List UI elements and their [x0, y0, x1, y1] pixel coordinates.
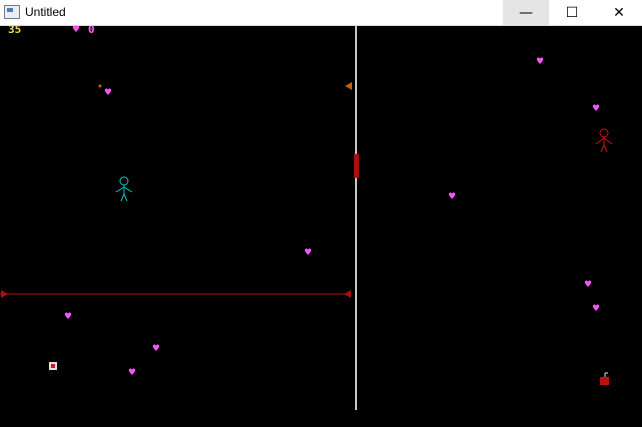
heart-icon: ♥ — [592, 104, 601, 114]
game-canvas[interactable]: 35 ♥ 0 ♥ ♥ ♥ ♥ ♥ ♥ ♥ ♥ ♥ ♥ — [0, 26, 642, 427]
maximize-button[interactable]: ☐ — [549, 0, 595, 25]
laser-right-arrow-icon — [344, 290, 351, 298]
title-bar: Untitled — ☐ ✕ — [0, 0, 642, 26]
heart-icon: ♥ — [64, 312, 73, 322]
minimize-button[interactable]: — — [503, 0, 549, 25]
laser-left-arrow-icon — [1, 290, 8, 298]
item-dot — [98, 84, 102, 88]
game-scene — [0, 26, 613, 410]
heart-icon: ♥ — [104, 88, 113, 98]
heart-icon: ♥ — [536, 57, 545, 67]
arrow-marker-icon — [345, 82, 352, 90]
heart-icon: ♥ — [448, 192, 457, 202]
close-button[interactable]: ✕ — [596, 0, 642, 25]
player-character — [115, 176, 133, 202]
enemy-character — [595, 128, 613, 153]
bomb-icon — [600, 372, 609, 385]
app-window-icon — [4, 5, 20, 19]
heart-icon: ♥ — [304, 248, 313, 258]
heart-icon: ♥ — [592, 304, 601, 314]
heart-icon: ♥ — [584, 280, 593, 290]
heart-icon: ♥ — [128, 368, 137, 378]
heart-icon: ♥ — [152, 344, 161, 354]
crate-item — [49, 362, 57, 370]
window-title: Untitled — [25, 5, 66, 19]
divider-gate — [354, 154, 359, 178]
